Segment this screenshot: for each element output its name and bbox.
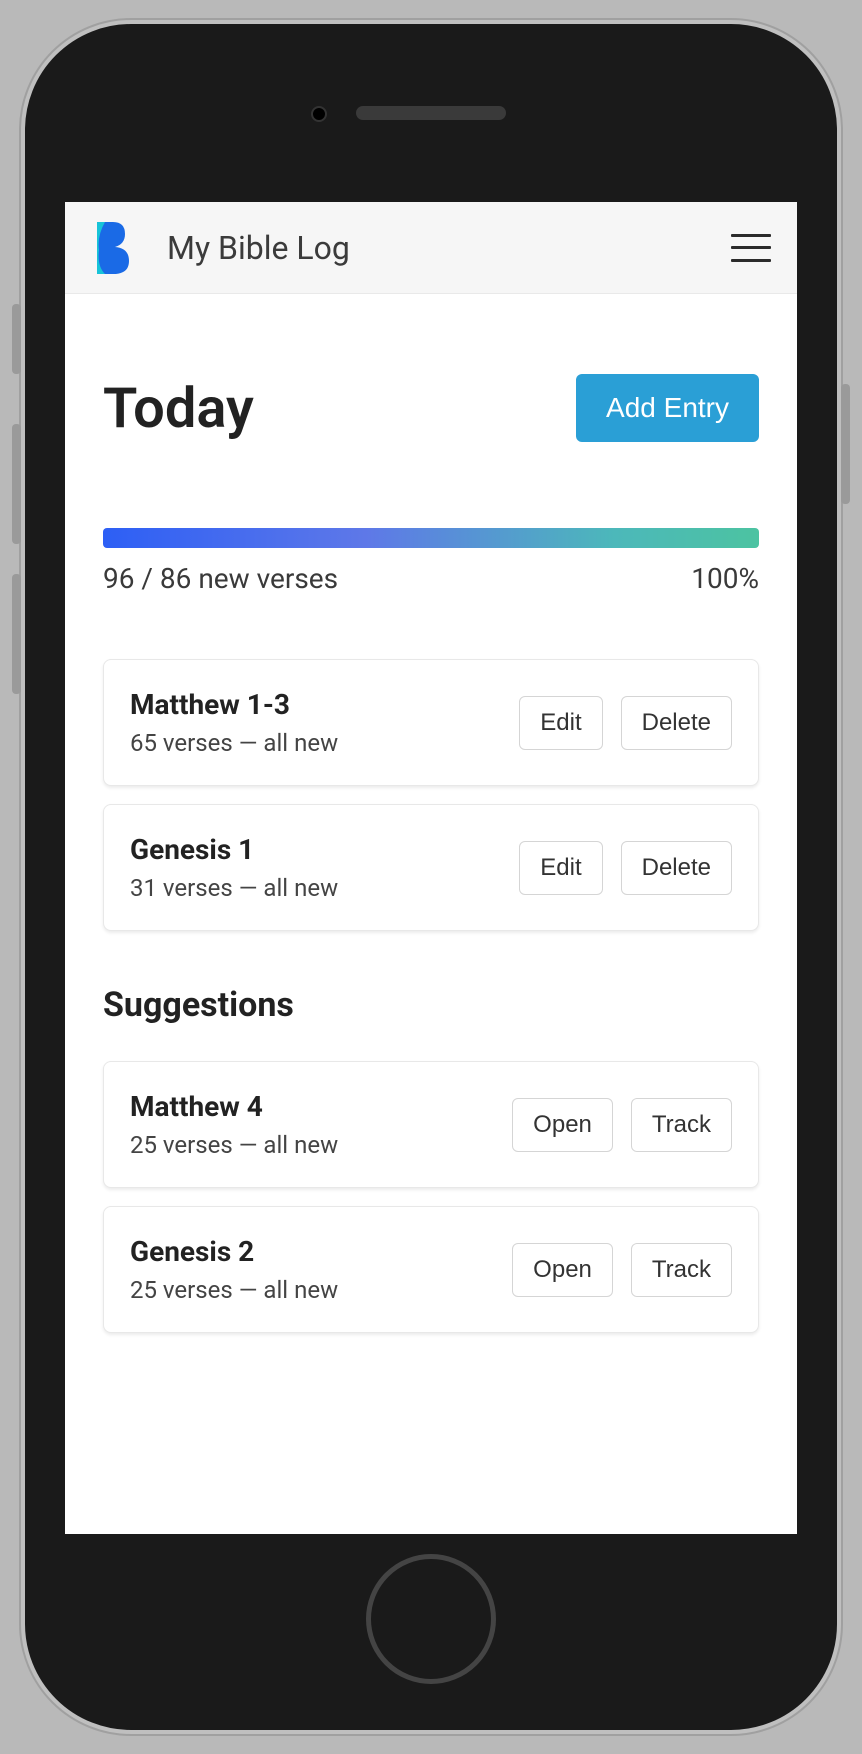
progress-percent-label: 100%	[691, 562, 759, 595]
phone-home-button[interactable]	[366, 1554, 496, 1684]
suggestion-card: Matthew 4 25 verses — all new Open Track	[103, 1061, 759, 1188]
entry-card: Matthew 1-3 65 verses — all new Edit Del…	[103, 659, 759, 786]
phone-side-button	[12, 304, 21, 374]
track-button[interactable]: Track	[631, 1243, 732, 1297]
phone-frame: My Bible Log Today Add Entry 96 / 86 new…	[21, 20, 841, 1734]
suggestion-title: Genesis 2	[130, 1235, 494, 1268]
suggestion-title: Matthew 4	[130, 1090, 494, 1123]
suggestion-subtitle: 25 verses — all new	[130, 1276, 494, 1304]
entry-card: Genesis 1 31 verses — all new Edit Delet…	[103, 804, 759, 931]
app-brand[interactable]: My Bible Log	[167, 229, 350, 267]
add-entry-button[interactable]: Add Entry	[576, 374, 759, 442]
delete-button[interactable]: Delete	[621, 696, 732, 750]
progress-section: 96 / 86 new verses 100%	[103, 528, 759, 595]
suggestion-subtitle: 25 verses — all new	[130, 1131, 494, 1159]
open-button[interactable]: Open	[512, 1098, 613, 1152]
main-content: Today Add Entry 96 / 86 new verses 100% …	[65, 294, 797, 1333]
app-logo-icon[interactable]	[91, 222, 131, 274]
progress-verses-label: 96 / 86 new verses	[103, 562, 338, 595]
entry-title: Genesis 1	[130, 833, 501, 866]
hamburger-menu-icon[interactable]	[731, 234, 771, 262]
track-button[interactable]: Track	[631, 1098, 732, 1152]
suggestion-card: Genesis 2 25 verses — all new Open Track	[103, 1206, 759, 1333]
phone-speaker	[356, 106, 506, 120]
entry-title: Matthew 1-3	[130, 688, 501, 721]
suggestions-heading: Suggestions	[103, 985, 759, 1025]
page-title: Today	[103, 375, 254, 441]
entry-subtitle: 65 verses — all new	[130, 729, 501, 757]
navbar: My Bible Log	[65, 202, 797, 294]
phone-camera	[311, 106, 327, 122]
entry-subtitle: 31 verses — all new	[130, 874, 501, 902]
page-header: Today Add Entry	[103, 374, 759, 442]
phone-side-button	[12, 424, 21, 544]
phone-side-button	[12, 574, 21, 694]
app-screen: My Bible Log Today Add Entry 96 / 86 new…	[65, 202, 797, 1534]
edit-button[interactable]: Edit	[519, 841, 602, 895]
edit-button[interactable]: Edit	[519, 696, 602, 750]
delete-button[interactable]: Delete	[621, 841, 732, 895]
open-button[interactable]: Open	[512, 1243, 613, 1297]
progress-bar	[103, 528, 759, 548]
